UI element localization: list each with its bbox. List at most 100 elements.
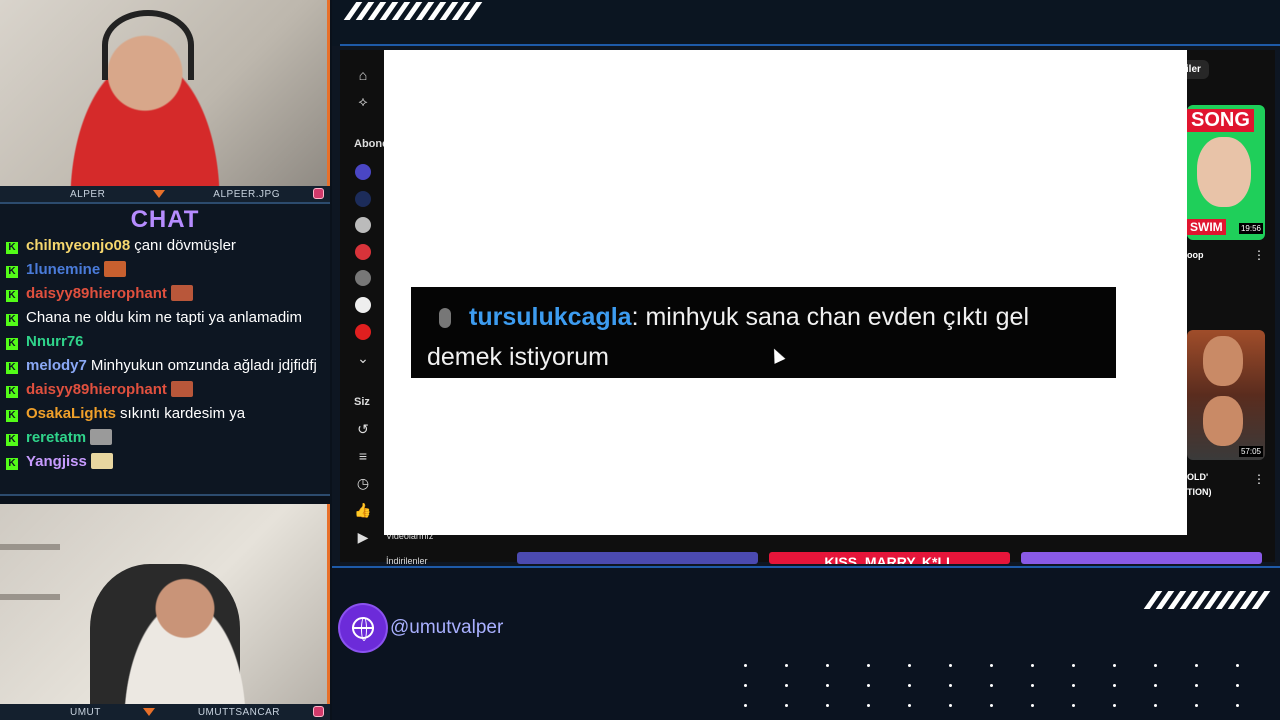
channel-avatar[interactable] — [355, 164, 371, 180]
chat-username[interactable]: reretatm — [26, 429, 86, 446]
globe-icon — [340, 605, 386, 651]
stream-layout: ALPER ALPEER.JPG CHAT Kchilmyeonjo08 çanı… — [0, 0, 1280, 720]
thumbnail-reaction[interactable]: 57:05 — [1187, 330, 1265, 460]
decor-dot — [908, 684, 911, 687]
decor-dot — [744, 684, 747, 687]
video-title-line2[interactable]: TION) — [1187, 487, 1212, 497]
emote-icon — [104, 261, 127, 277]
thumbnail-strip-item[interactable]: KISS, MARRY, K*LL — [769, 552, 1010, 564]
chat-username[interactable]: Nnurr76 — [26, 333, 84, 350]
emote-icon — [90, 453, 113, 469]
you-section-label[interactable]: Siz — [354, 396, 370, 408]
more-options-icon[interactable]: ⋮ — [1253, 248, 1265, 262]
decor-dot — [744, 664, 747, 667]
thumbnail-strip-item[interactable] — [517, 552, 758, 564]
chat-username[interactable]: OsakaLights — [26, 405, 116, 422]
decor-dot — [867, 704, 870, 707]
watch-later-icon[interactable]: ◷ — [354, 474, 372, 492]
emote-icon — [170, 381, 193, 397]
webcam-top-label-bar: ALPER ALPEER.JPG — [0, 186, 330, 202]
decor-dot — [1154, 664, 1157, 667]
chat-message: K Yangjiss — [6, 452, 324, 472]
chat-username[interactable]: daisyy89hierophant — [26, 381, 167, 398]
decor-stripes-top — [343, 2, 483, 20]
channel-avatar[interactable] — [355, 217, 371, 233]
decor-dot — [1154, 684, 1157, 687]
playlist-icon[interactable]: ≡ — [354, 447, 372, 465]
thumbnail-strip-item[interactable] — [1021, 552, 1262, 564]
decor-dot — [1236, 684, 1239, 687]
kick-icon: K — [6, 314, 18, 326]
decor-dot — [1031, 684, 1034, 687]
channel-avatar[interactable] — [355, 324, 371, 340]
like-icon[interactable]: 👍 — [354, 501, 372, 519]
decor-dot — [1195, 664, 1198, 667]
channel-avatar[interactable] — [355, 297, 371, 313]
chat-message: Kdaisyy89hierophant — [6, 380, 324, 400]
channel-avatar[interactable] — [355, 244, 371, 260]
chat-message: K 1lunemine — [6, 260, 324, 280]
channel-avatar[interactable] — [355, 270, 371, 286]
history-icon[interactable]: ↺ — [354, 420, 372, 438]
downloads-label[interactable]: İndirilenler — [386, 556, 428, 566]
chat-username[interactable]: Yangjiss — [26, 453, 87, 470]
video-title[interactable]: oop — [1187, 250, 1204, 260]
shelf — [0, 594, 60, 600]
emote-icon — [90, 429, 113, 445]
decor-dot — [949, 684, 952, 687]
social-handle-text: @umutvalper — [390, 617, 504, 638]
video-duration: 57:05 — [1238, 446, 1263, 457]
chat-username[interactable]: daisyy89hierophant — [26, 285, 167, 302]
webcam-top-name: ALPER — [70, 188, 106, 200]
decor-dot — [1236, 704, 1239, 707]
decor-dot — [867, 684, 870, 687]
decor-dot — [1154, 704, 1157, 707]
chat-message: K OsakaLights sıkıntı kardesim ya — [6, 404, 324, 424]
shorts-icon[interactable]: ⟡ — [354, 92, 372, 110]
decor-dot — [744, 704, 747, 707]
channel-avatar[interactable] — [355, 191, 371, 207]
kick-icon: K — [6, 410, 18, 422]
more-options-icon[interactable]: ⋮ — [1253, 472, 1265, 486]
thumbnail-face — [1203, 396, 1243, 446]
emote-icon — [170, 285, 193, 301]
triangle-icon — [143, 708, 156, 716]
chat-message-text: çanı dövmüşler — [134, 237, 236, 254]
chat-message-text: Chana ne oldu kim ne tapti ya anlamadim — [26, 309, 302, 326]
chat-message: Kreretatm — [6, 428, 324, 448]
home-icon[interactable]: ⌂ — [354, 66, 372, 84]
webcam-bottom-label-bar: UMUT UMUTTSANCAR — [0, 704, 330, 720]
thumbnail-label: SWIM — [1187, 219, 1226, 235]
play-icon[interactable]: ▶ — [354, 528, 372, 546]
webcam-bottom-handle: UMUTTSANCAR — [197, 706, 280, 718]
streamer-figure-bottom — [100, 554, 270, 704]
microphone-icon — [439, 308, 451, 328]
chat-message-text: sıkıntı kardesim ya — [120, 405, 246, 422]
chat-username[interactable]: 1lunemine — [26, 261, 100, 278]
decor-dot — [1113, 664, 1116, 667]
thumbnail-face — [1197, 137, 1251, 207]
decor-dot — [826, 684, 829, 687]
kick-icon: K — [6, 386, 18, 398]
decor-dot — [785, 704, 788, 707]
chat-message: K Chana ne oldu kim ne tapti ya anlamadim — [6, 308, 324, 328]
chat-message: Kdaisyy89hierophant — [6, 284, 324, 304]
decor-dot — [990, 664, 993, 667]
headphones-top — [102, 10, 194, 80]
decor-dot — [1072, 704, 1075, 707]
kick-icon: K — [6, 434, 18, 446]
chat-username[interactable]: chilmyeonjo08 — [26, 237, 130, 254]
kick-icon: K — [6, 458, 18, 470]
recommended-column: SONG SWIM 19:56 oop ⋮ 57:05 OLD' TION) ⋮ — [1187, 50, 1275, 562]
chat-username[interactable]: melody7 — [26, 357, 87, 374]
thumbnail-strip-text: KISS, MARRY, K*LL — [824, 554, 955, 564]
decor-dot — [1195, 704, 1198, 707]
chat-message-text: Minhyukun omzunda ağladı jdjfidfj — [90, 357, 317, 374]
webcam-top — [0, 0, 330, 186]
decor-dot — [949, 704, 952, 707]
decor-dot — [785, 664, 788, 667]
chevron-down-icon[interactable]: ⌄ — [354, 349, 372, 367]
webcam-top-handle: ALPEER.JPG — [213, 188, 280, 200]
video-title[interactable]: OLD' — [1187, 472, 1208, 482]
thumbnail-song[interactable]: SONG SWIM 19:56 — [1187, 105, 1265, 240]
